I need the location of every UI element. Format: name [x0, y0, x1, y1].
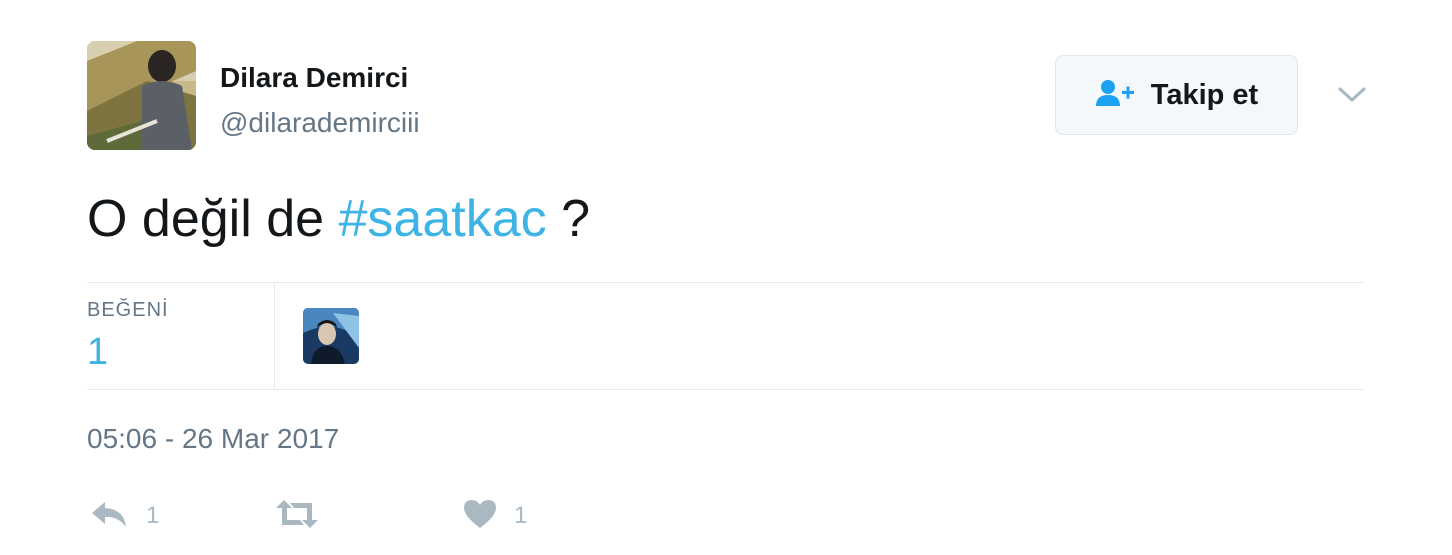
divider [87, 282, 1365, 283]
retweet-button[interactable] [274, 496, 336, 536]
timestamp[interactable]: 05:06 - 26 Mar 2017 [87, 423, 339, 455]
like-button[interactable]: 1 [462, 496, 527, 536]
tweet-text-before: O değil de [87, 190, 339, 248]
reply-icon [90, 499, 130, 534]
user-name[interactable]: Dilara Demirci [220, 62, 408, 94]
stats-divider [274, 283, 275, 389]
hashtag-link[interactable]: #saatkac [339, 190, 547, 248]
user-handle[interactable]: @dilarademirciii [220, 107, 420, 139]
follow-button-label: Takip et [1150, 78, 1259, 111]
add-user-icon [1095, 78, 1137, 113]
avatar[interactable] [87, 41, 196, 150]
likes-count[interactable]: 1 [87, 331, 108, 374]
tweet-text: O değil de #saatkac ? [87, 190, 590, 250]
tweet-text-after: ? [546, 190, 591, 248]
chevron-down-icon[interactable] [1334, 80, 1370, 110]
divider [87, 389, 1365, 390]
follow-button[interactable]: Takip et [1055, 55, 1298, 135]
likes-label: BEĞENİ [87, 299, 169, 321]
reply-button[interactable]: 1 [90, 496, 159, 536]
liker-avatar[interactable] [303, 308, 359, 364]
heart-icon [462, 498, 498, 535]
reply-count: 1 [146, 502, 160, 529]
like-count: 1 [514, 502, 528, 529]
retweet-icon [274, 499, 320, 534]
